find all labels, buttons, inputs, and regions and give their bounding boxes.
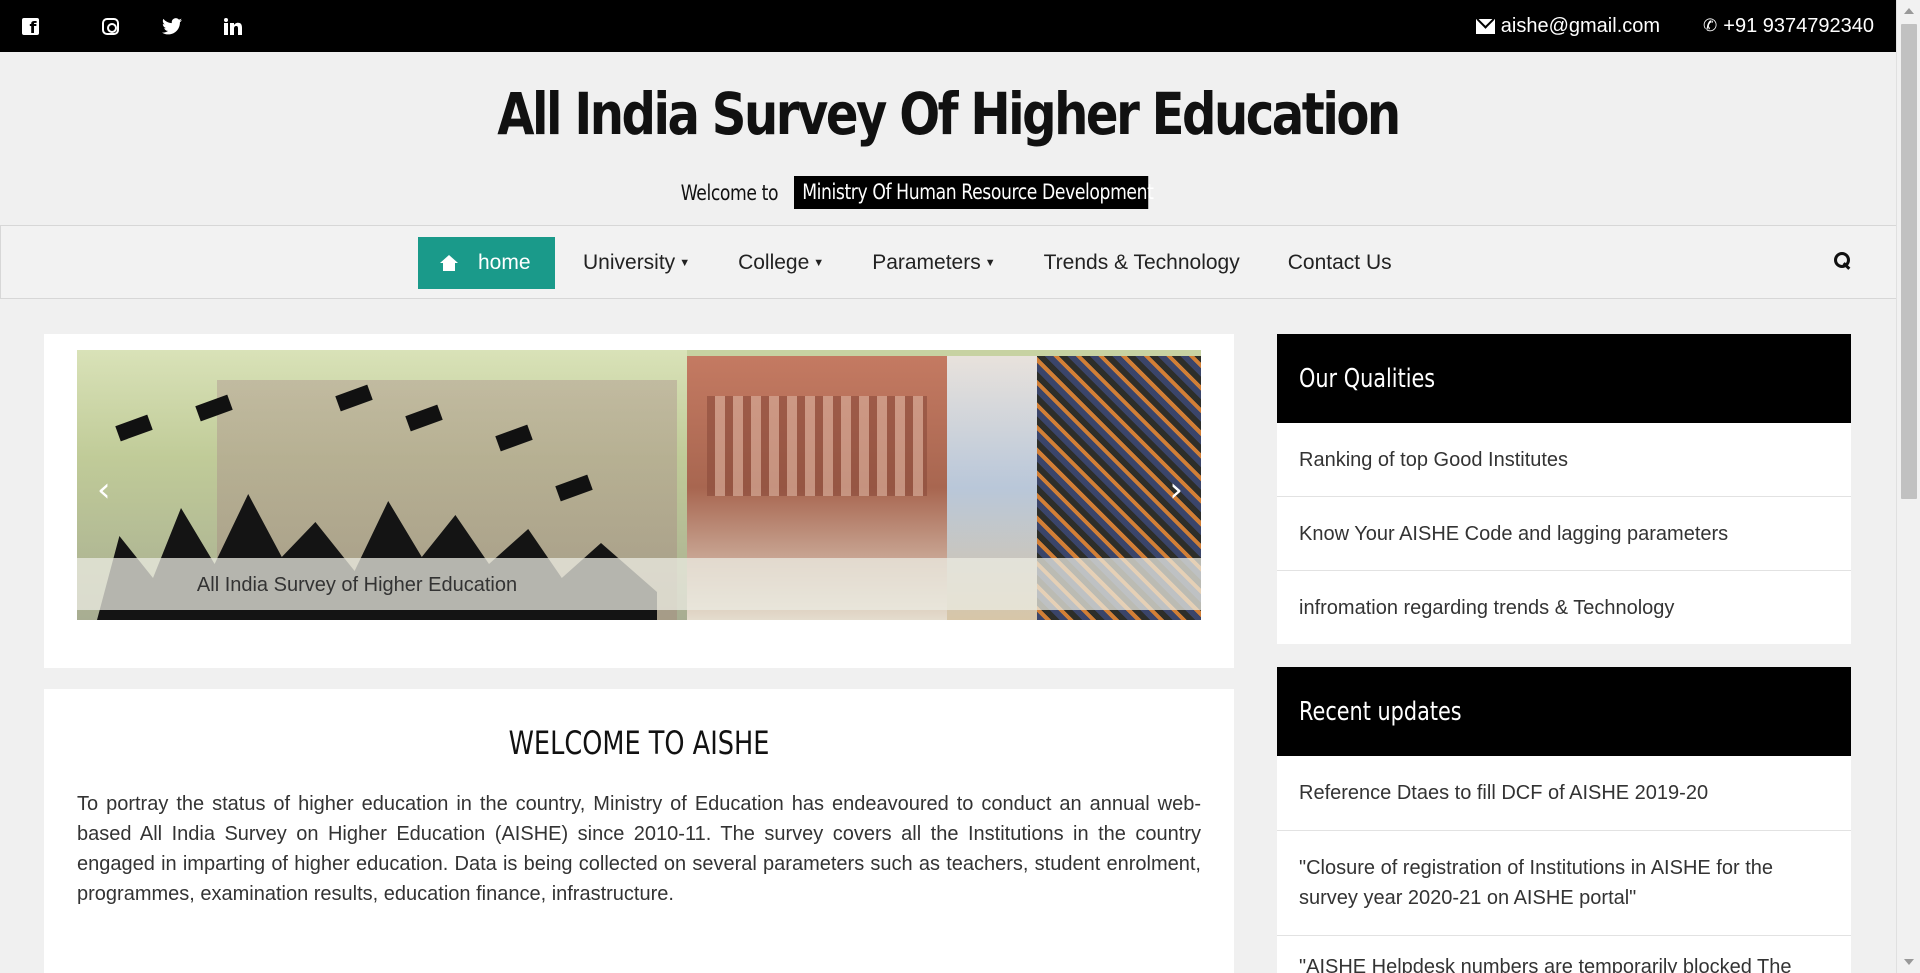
search-icon[interactable]	[1834, 252, 1851, 269]
updates-heading: Recent updates	[1277, 667, 1851, 756]
caret-down-icon: ▼	[679, 257, 691, 269]
phone-link[interactable]: ✆ +91 9374792340	[1703, 15, 1874, 38]
updates-panel: Recent updates Reference Dtaes to fill D…	[1277, 667, 1851, 973]
caret-down-icon: ▼	[813, 257, 825, 269]
email-link[interactable]: aishe@gmail.com	[1475, 14, 1661, 38]
scroll-down-icon[interactable]	[1904, 959, 1914, 965]
nav-college-label: College	[738, 251, 810, 274]
nav-university[interactable]: University ▼	[555, 251, 714, 275]
next-arrow-icon[interactable]: ›	[1169, 470, 1183, 510]
instagram-icon[interactable]	[80, 0, 141, 52]
top-bar: aishe@gmail.com ✆ +91 9374792340	[0, 0, 1896, 52]
linkedin-icon[interactable]	[202, 0, 263, 52]
welcome-title: WELCOME TO AISHE	[508, 724, 770, 762]
nav-parameters-label: Parameters	[872, 251, 981, 274]
nav-university-label: University	[583, 251, 676, 274]
caret-down-icon: ▼	[984, 257, 996, 269]
welcome-text: Welcome to	[680, 180, 778, 205]
quality-item[interactable]: Know Your AISHE Code and lagging paramet…	[1277, 497, 1851, 571]
phone-text: +91 9374792340	[1723, 14, 1874, 37]
main-navigation: home University ▼ College ▼ Parameters ▼…	[0, 225, 1896, 299]
site-title[interactable]: All India Survey Of Higher Education	[161, 80, 1735, 148]
quality-item[interactable]: Ranking of top Good Institutes	[1277, 423, 1851, 497]
twitter-icon[interactable]	[141, 0, 202, 52]
page-scrollbar[interactable]	[1896, 0, 1920, 973]
update-item[interactable]: "Closure of registration of Institutions…	[1277, 831, 1851, 936]
ministry-badge: Ministry Of Human Resource Development	[794, 176, 1154, 209]
scroll-thumb[interactable]	[1901, 24, 1917, 499]
image-carousel[interactable]: All India Survey of Higher Education ‹ ›	[77, 350, 1201, 620]
qualities-panel: Our Qualities Ranking of top Good Instit…	[1277, 334, 1851, 644]
qualities-heading: Our Qualities	[1277, 334, 1851, 423]
update-item[interactable]: Reference Dtaes to fill DCF of AISHE 201…	[1277, 756, 1851, 831]
nav-contact-label: Contact Us	[1287, 251, 1392, 274]
facebook-icon[interactable]	[19, 0, 41, 52]
social-links	[19, 0, 263, 52]
prev-arrow-icon[interactable]: ‹	[97, 470, 111, 510]
nav-trends[interactable]: Trends & Technology	[1020, 251, 1264, 275]
update-item[interactable]: "AISHE Helpdesk numbers are temporarily …	[1277, 936, 1851, 973]
tagline: Welcome to Ministry Of Human Resource De…	[0, 176, 1896, 209]
email-text: aishe@gmail.com	[1500, 14, 1661, 37]
scroll-up-icon[interactable]	[1904, 8, 1914, 14]
slider-panel: All India Survey of Higher Education ‹ ›	[44, 334, 1234, 668]
nav-trends-label: Trends & Technology	[1043, 251, 1240, 274]
welcome-panel: WELCOME TO AISHE To portray the status o…	[44, 689, 1234, 973]
envelope-icon	[1475, 18, 1495, 34]
nav-college[interactable]: College ▼	[714, 251, 848, 275]
welcome-body: To portray the status of higher educatio…	[77, 793, 1201, 905]
phone-icon: ✆	[1703, 16, 1718, 35]
site-header: All India Survey Of Higher Education Wel…	[0, 52, 1896, 225]
nav-contact[interactable]: Contact Us	[1264, 251, 1416, 275]
nav-home[interactable]: home	[418, 237, 555, 289]
slider-caption: All India Survey of Higher Education	[196, 574, 518, 596]
nav-home-label: home	[478, 251, 531, 274]
contact-info: aishe@gmail.com ✆ +91 9374792340	[1475, 0, 1874, 52]
nav-parameters[interactable]: Parameters ▼	[848, 251, 1019, 275]
home-icon	[440, 255, 458, 271]
quality-item[interactable]: infromation regarding trends & Technolog…	[1277, 571, 1851, 645]
